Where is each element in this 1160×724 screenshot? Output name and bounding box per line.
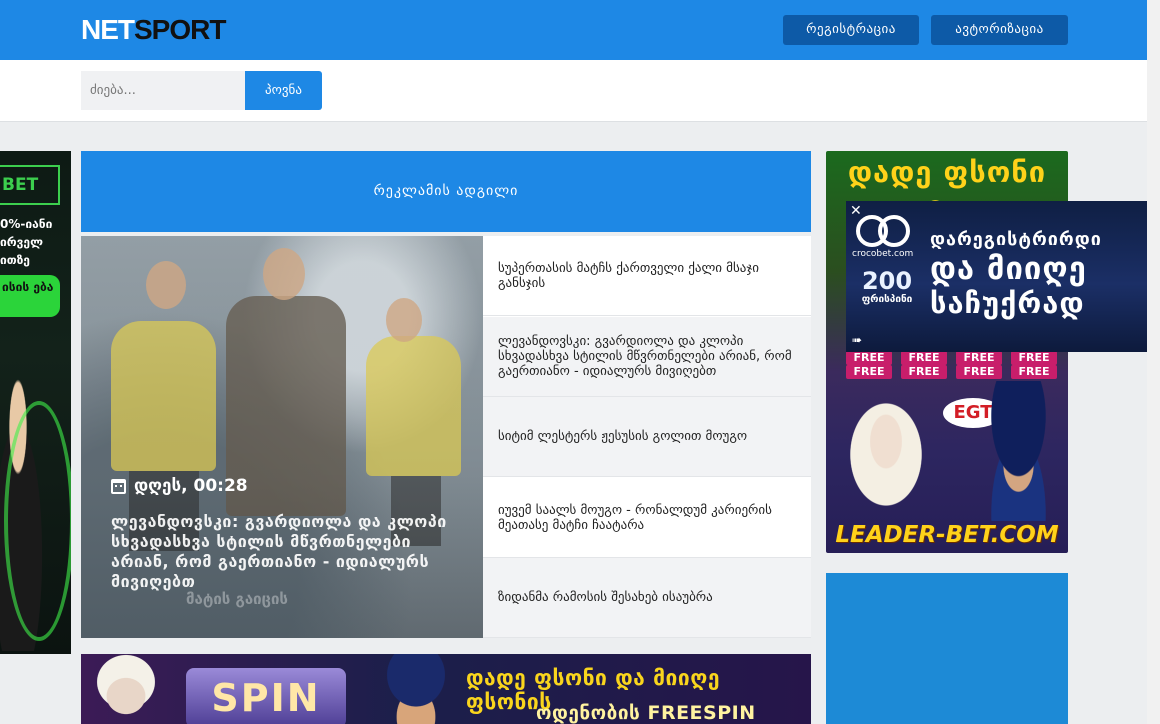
ad-placeholder-banner[interactable]: რეკლამის ადგილი [81,151,811,232]
left-ad-line: ითზე [0,253,30,267]
login-button[interactable]: ავტორიზაცია [931,15,1068,45]
right-ad-free-tag: FREE FREE [956,351,1002,381]
left-ad-line: 0%-იანი [0,217,53,231]
free-label: FREE [901,365,947,379]
left-ad-brand: BET [0,165,60,205]
featured-ghost-text: მატის გაიცის [186,590,288,608]
popup-bonus-number: 200 [861,267,913,295]
arrow-right-icon: ➠ [852,333,863,347]
featured-article[interactable]: დღეს, 00:28 ლევანდოვსკი: გვარდიოლა და კლ… [81,236,483,638]
right-ad-free-tag: FREE FREE [1011,351,1057,381]
logo-net: NET [81,14,135,45]
featured-date-text: დღეს, 00:28 [134,476,248,496]
overlay-popup-ad[interactable]: ✕ crocobet.com 200 ფრისპინი ➠ დარეგისტრი… [846,201,1147,352]
left-side-ad[interactable]: BET 0%-იანი ირველ ითზე ისის ება [0,151,71,654]
banner-subline: ოდენობის FREESPIN [536,702,756,724]
banner-napoleon-image [371,654,461,724]
bottom-promo-banner[interactable]: SPIN დადე ფსონი და მიიღე ფსონის ოდენობის… [81,654,811,724]
left-ad-line: ირველ [0,235,43,249]
free-label: FREE [846,365,892,379]
free-label: FREE [1011,351,1057,365]
search-button[interactable]: პოვნა [245,71,322,110]
free-label: FREE [956,365,1002,379]
page-scrollbar[interactable] [1147,0,1160,724]
search-bar: პოვნა [0,60,1147,122]
popup-headline-1: დარეგისტრირდი [930,229,1102,250]
left-ad-glow [4,401,71,641]
news-item[interactable]: ზიდანმა რამოსის შესახებ ისაუბრა [483,558,811,638]
calendar-icon [111,478,126,494]
free-label: FREE [901,351,947,365]
logo-sport: SPORT [134,14,226,45]
news-item[interactable]: იუვემ საალს მოუგო - რონალდუმ კარიერის მე… [483,478,811,558]
popup-headline-2: და მიიღე [930,251,1087,287]
right-ad-free-tag: FREE FREE [846,351,892,381]
featured-date: დღეს, 00:28 [111,476,248,496]
close-icon[interactable]: ✕ [850,203,862,219]
right-ad-fairy-image [836,396,936,526]
news-item[interactable]: სიტიმ ლესტერს ჟესუსის გოლით მოუგო [483,397,811,477]
site-logo[interactable]: NETSPORT [81,14,226,46]
right-ad-napoleon-image [971,381,1066,521]
right-side-ad-box[interactable] [826,573,1068,724]
popup-bonus-label: ფრისპინი [861,294,913,305]
free-label: FREE [1011,365,1057,379]
right-ad-free-tag: FREE FREE [901,351,947,381]
popup-headline-3: საჩუქრად [930,286,1085,320]
featured-title[interactable]: ლევანდოვსკი: გვარდიოლა და კლოპი სხვადასხ… [111,512,451,592]
free-label: FREE [956,351,1002,365]
banner-fairy-image [81,654,171,724]
left-ad-cta: ისის ება [0,275,60,317]
news-item[interactable]: ლევანდოვსკი: გვარდიოლა და კლოპი სხვადასხ… [483,317,811,397]
free-label: FREE [846,351,892,365]
right-ad-site: LEADER-BET.COM [835,522,1059,548]
news-list: სუპერთასის მატჩს ქართველი ქალი მსაჯი გან… [483,236,811,638]
news-item[interactable]: სუპერთასის მატჩს ქართველი ქალი მსაჯი გან… [483,236,811,316]
banner-spin-logo: SPIN [186,668,346,724]
search-input[interactable] [81,71,245,110]
popup-bonus: 200 ფრისპინი [852,269,922,313]
popup-logo-text: crocobet.com [852,249,914,259]
top-navbar: NETSPORT რეგისტრაცია ავტორიზაცია [0,0,1147,60]
register-button[interactable]: რეგისტრაცია [783,15,919,45]
